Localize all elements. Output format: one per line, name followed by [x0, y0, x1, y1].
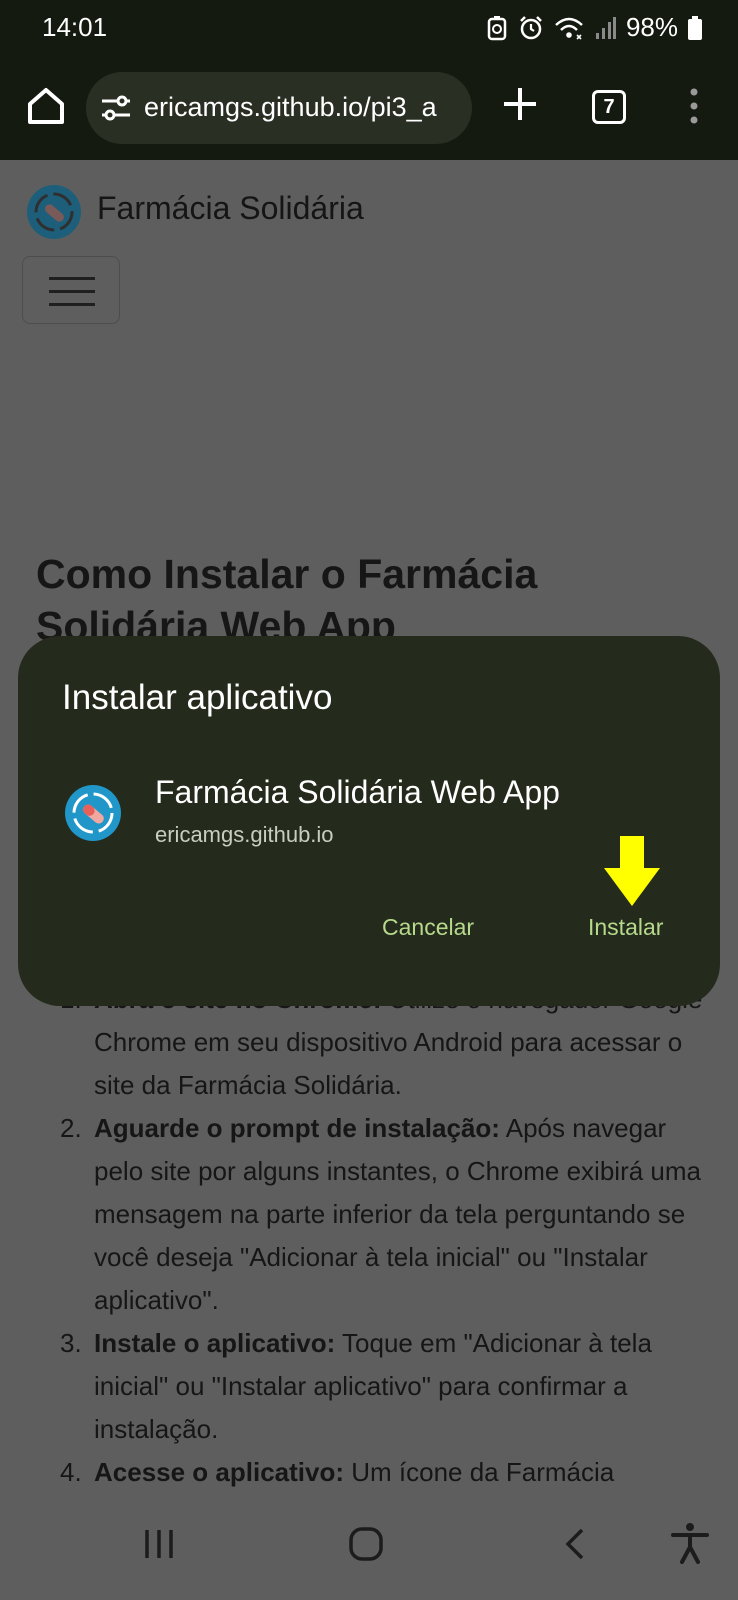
more-vert-icon[interactable] [684, 86, 704, 126]
step-number: 2. [60, 1113, 82, 1143]
hamburger-line [49, 277, 95, 280]
home-icon[interactable] [22, 82, 70, 130]
plus-icon[interactable] [498, 82, 542, 126]
battery-saver-icon [487, 15, 507, 40]
recents-icon[interactable] [143, 1526, 175, 1562]
status-time: 14:01 [42, 12, 108, 42]
site-logo-icon[interactable] [26, 184, 82, 240]
dialog-title: Instalar aplicativo [62, 678, 333, 717]
back-icon[interactable] [562, 1526, 586, 1562]
status-icons: 98% [486, 12, 702, 43]
step-number: 3. [60, 1328, 82, 1358]
step-title: Aguarde o prompt de instalação: [94, 1113, 500, 1143]
signal-icon [595, 16, 616, 39]
accessibility-icon[interactable] [670, 1522, 710, 1564]
tabs-button[interactable]: 7 [592, 90, 626, 124]
install-app-dialog: Instalar aplicativo Farmácia Solidária W… [18, 636, 720, 1006]
install-steps-list: 1.Abra o site no Chrome: Utilize o naveg… [60, 978, 720, 1494]
system-nav-bar [0, 1508, 738, 1600]
hamburger-line [49, 303, 95, 306]
step-number: 4. [60, 1457, 82, 1487]
list-item: 3. Instale o aplicativo: Toque em "Adicio… [60, 1322, 720, 1451]
step-text: Um ícone da Farmácia [344, 1457, 615, 1487]
cancel-button[interactable]: Cancelar [382, 914, 474, 941]
app-logo-icon [65, 785, 121, 841]
status-bar: 14:01 98% [0, 0, 738, 56]
hamburger-line [49, 290, 95, 293]
alarm-icon [520, 15, 542, 39]
battery-icon [688, 15, 702, 40]
url-text[interactable]: ericamgs.github.io/pi3_a [144, 92, 437, 123]
app-domain: ericamgs.github.io [155, 822, 334, 847]
home-circle-icon[interactable] [348, 1526, 384, 1562]
arrow-down-icon [604, 836, 660, 906]
step-title: Acesse o aplicativo: [94, 1457, 344, 1487]
hamburger-menu-button[interactable] [22, 256, 120, 324]
step-text: Após navegar pelo site por alguns instan… [94, 1113, 701, 1315]
browser-toolbar: ericamgs.github.io/pi3_a 7 [0, 56, 738, 160]
step-title: Instale o aplicativo: [94, 1328, 336, 1358]
page-info-icon[interactable] [100, 94, 132, 122]
battery-percent: 98% [625, 12, 678, 42]
list-item: 4. Acesse o aplicativo: Um ícone da Farmá… [60, 1451, 720, 1494]
app-name: Farmácia Solidária Web App [155, 774, 560, 810]
wifi-icon [555, 17, 583, 40]
site-title[interactable]: Farmácia Solidária [97, 190, 364, 227]
list-item: 2. Aguarde o prompt de instalação: Após n… [60, 1107, 720, 1322]
url-bar[interactable]: ericamgs.github.io/pi3_a [86, 72, 472, 144]
install-button[interactable]: Instalar [588, 914, 663, 941]
